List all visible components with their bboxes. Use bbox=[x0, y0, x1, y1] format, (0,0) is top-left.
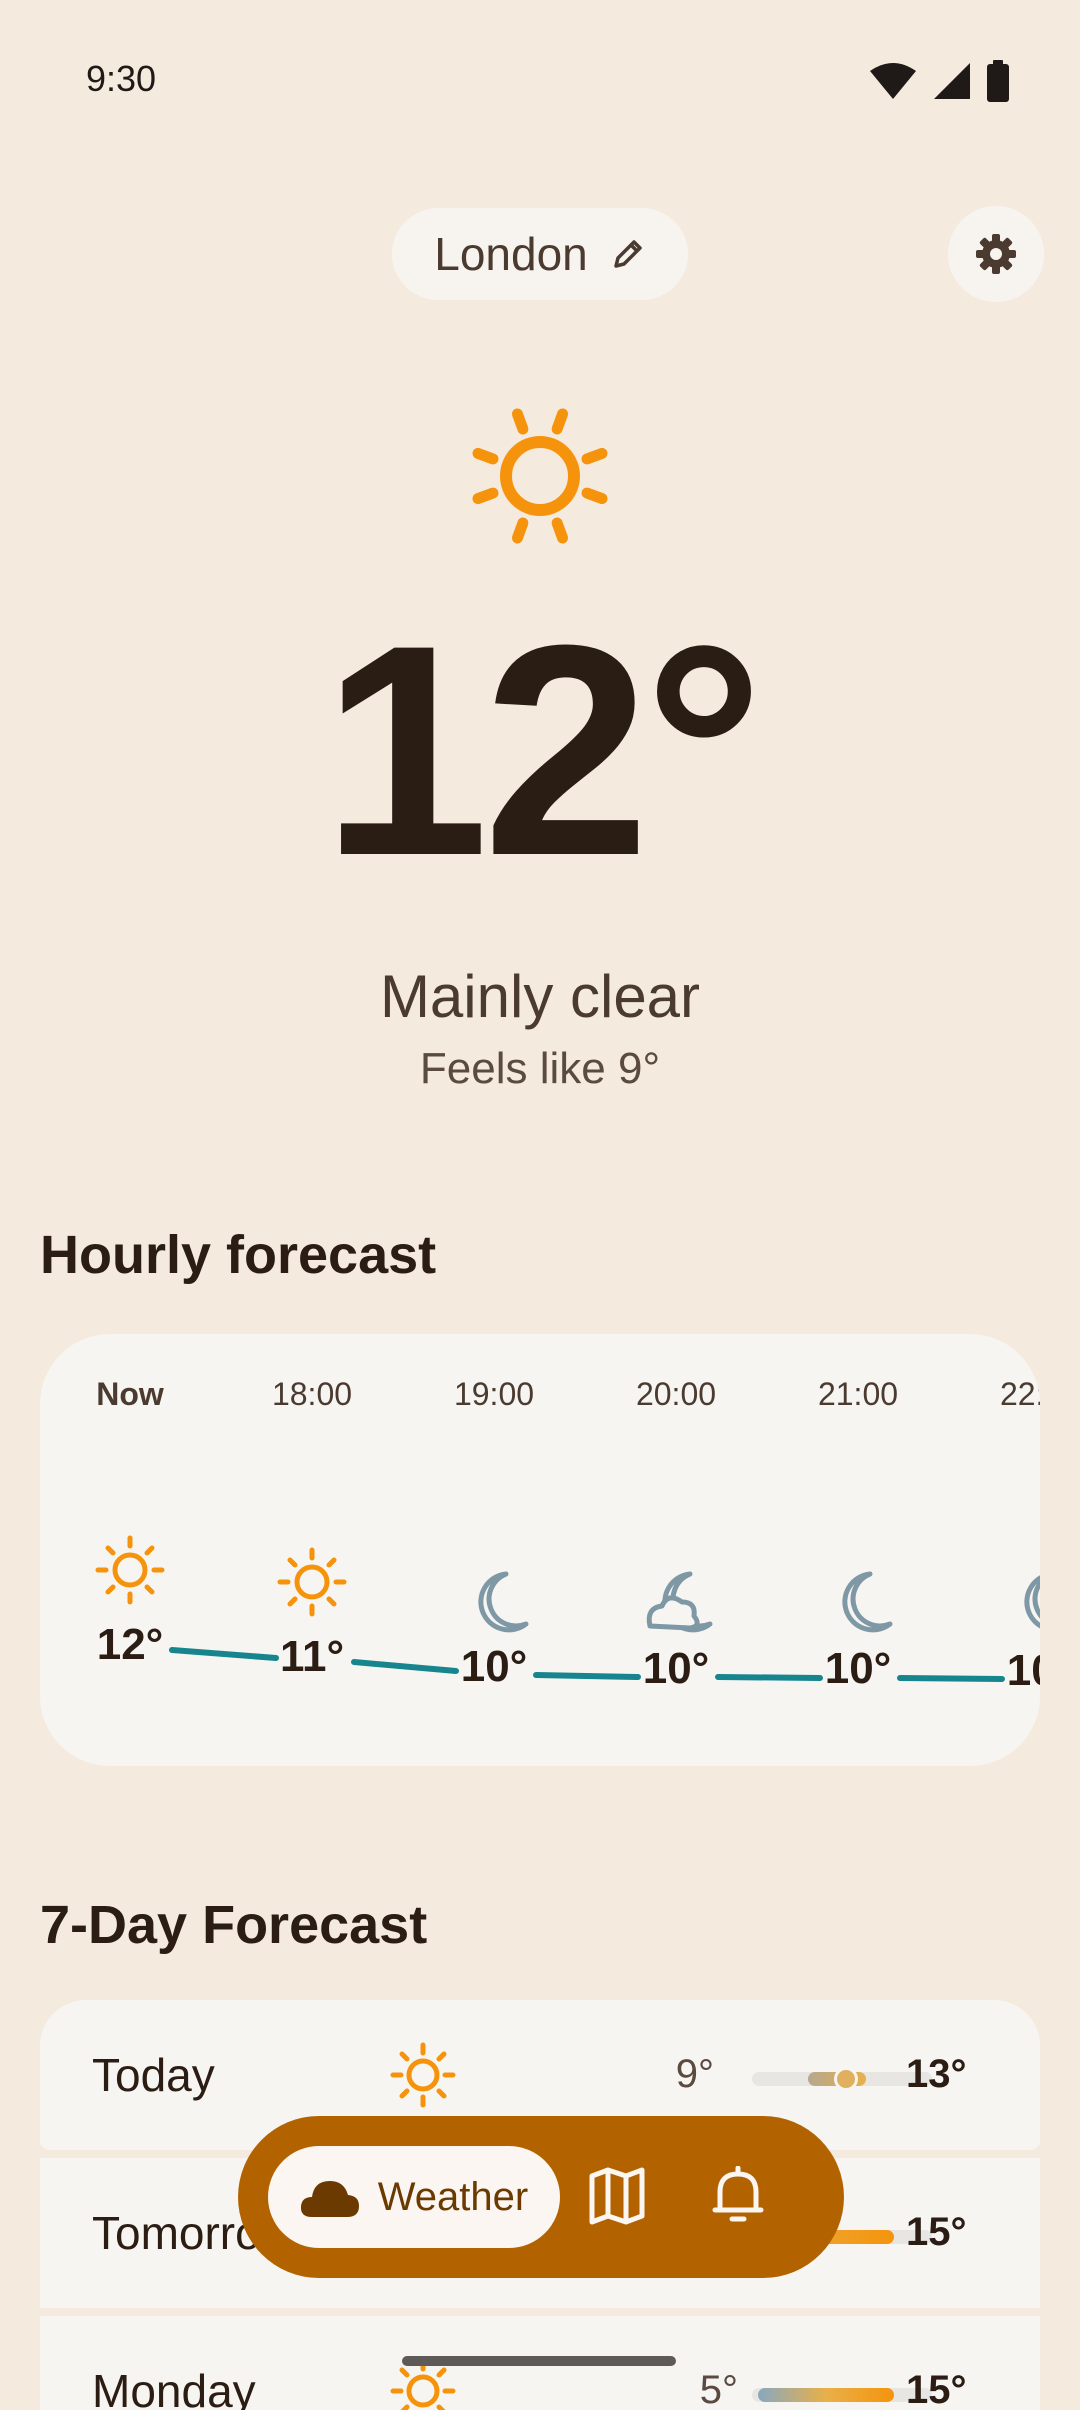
sun-icon bbox=[472, 408, 608, 544]
wifi-icon bbox=[870, 63, 916, 99]
hour-temperature: 10° bbox=[1006, 1646, 1040, 1695]
current-temp-marker bbox=[834, 2067, 858, 2091]
day-name: Monday bbox=[92, 2365, 256, 2410]
day-high: 15° bbox=[906, 2210, 967, 2254]
edit-icon bbox=[614, 240, 642, 268]
moon-icon bbox=[1024, 1575, 1040, 1629]
nav-weather-label: Weather bbox=[377, 2174, 529, 2219]
temperature-range-bar bbox=[752, 2067, 932, 2091]
status-icons bbox=[868, 60, 1010, 102]
day-low: 9° bbox=[675, 2052, 714, 2096]
gear-icon bbox=[976, 234, 1016, 274]
day-low: 5° bbox=[699, 2368, 738, 2410]
hour-label: 19:00 bbox=[453, 1376, 535, 1412]
day-high: 15° bbox=[906, 2368, 967, 2410]
day-name: Today bbox=[92, 2049, 215, 2101]
hour-label: 21:00 bbox=[817, 1376, 899, 1412]
feels-like: Feels like 9° bbox=[419, 1044, 661, 1093]
moon-icon bbox=[842, 1571, 893, 1633]
weather-screen: 9:30 London 12° Mainly clear Feels like … bbox=[0, 0, 1080, 2410]
day-high: 13° bbox=[906, 2052, 967, 2096]
sun-icon bbox=[95, 1535, 165, 1605]
hour-temperature: 11° bbox=[279, 1632, 345, 1681]
hour-label-now: Now bbox=[96, 1376, 164, 1412]
sun-icon bbox=[390, 2042, 456, 2108]
hour-temperature: 10° bbox=[460, 1642, 528, 1691]
settings-button[interactable] bbox=[948, 206, 1044, 302]
battery-icon bbox=[987, 60, 1009, 102]
hour-temperature: 12° bbox=[96, 1620, 164, 1669]
home-indicator[interactable] bbox=[402, 2356, 676, 2366]
moon-cloud-icon bbox=[646, 1571, 713, 1633]
location-name: London bbox=[434, 228, 588, 280]
location-selector[interactable]: London bbox=[392, 208, 688, 300]
moon-icon bbox=[478, 1571, 529, 1633]
bottom-navigation: Weather bbox=[238, 2116, 844, 2278]
nav-weather-button[interactable]: Weather bbox=[268, 2146, 560, 2248]
status-time: 9:30 bbox=[86, 58, 157, 99]
hour-label: 22:00 bbox=[999, 1376, 1040, 1412]
hour-temperature: 10° bbox=[824, 1644, 892, 1693]
map-icon[interactable] bbox=[588, 2166, 646, 2226]
seven-day-forecast-title: 7-Day Forecast bbox=[40, 1895, 428, 1955]
sun-icon bbox=[277, 1547, 347, 1617]
temperature-range-bar bbox=[752, 2388, 932, 2402]
hourly-forecast-card[interactable]: Now 18:00 19:00 20:00 21:00 22:00 12° 11… bbox=[40, 1334, 1040, 1766]
current-condition: Mainly clear bbox=[379, 963, 701, 1030]
signal-icon bbox=[934, 63, 970, 99]
cloud-icon bbox=[300, 2181, 359, 2217]
current-temperature: 12° bbox=[322, 582, 764, 918]
bell-icon[interactable] bbox=[712, 2166, 764, 2226]
hour-temperature: 10° bbox=[642, 1644, 710, 1693]
hour-label: 20:00 bbox=[635, 1376, 717, 1412]
hourly-forecast-title: Hourly forecast bbox=[40, 1225, 437, 1285]
hour-label: 18:00 bbox=[271, 1376, 353, 1412]
